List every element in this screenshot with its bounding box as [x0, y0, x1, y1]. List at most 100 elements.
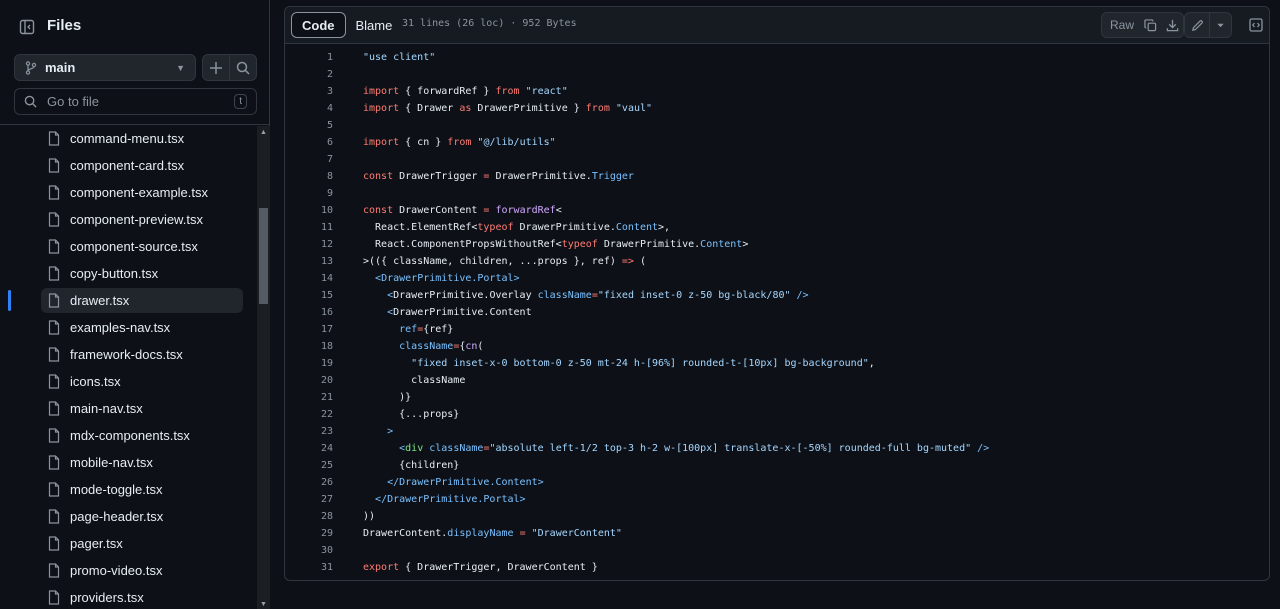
file-tree-item[interactable]: command-menu.tsx	[41, 126, 243, 151]
file-tree-item[interactable]: providers.tsx	[41, 585, 243, 609]
line-number[interactable]: 15	[285, 287, 333, 304]
code-token: (	[477, 341, 484, 352]
file-icon	[48, 509, 62, 524]
tab-code[interactable]: Code	[291, 12, 346, 38]
file-tree-item[interactable]: framework-docs.tsx	[41, 342, 243, 367]
file-tree-item[interactable]: drawer.tsx	[41, 288, 243, 313]
edit-file-button[interactable]	[1185, 13, 1209, 37]
line-number[interactable]: 17	[285, 321, 333, 338]
scroll-down-arrow-icon[interactable]: ▼	[259, 600, 268, 609]
branch-selector[interactable]: main ▼	[14, 54, 196, 81]
code-line: 25 {children}	[285, 457, 1269, 474]
sidebar-collapse-icon	[19, 19, 35, 35]
line-number[interactable]: 7	[285, 151, 333, 168]
file-tree-item[interactable]: component-card.tsx	[41, 153, 243, 178]
file-icon	[48, 266, 62, 281]
code-token: ref	[399, 324, 418, 335]
file-tree-item[interactable]: examples-nav.tsx	[41, 315, 243, 340]
code-line: 28))	[285, 508, 1269, 525]
line-number[interactable]: 2	[285, 66, 333, 83]
file-icon	[48, 293, 62, 308]
code-line: 17 ref={ref}	[285, 321, 1269, 338]
line-number[interactable]: 20	[285, 372, 333, 389]
file-name: component-preview.tsx	[70, 212, 203, 227]
git-branch-icon	[25, 60, 37, 75]
line-number[interactable]: 25	[285, 457, 333, 474]
line-number[interactable]: 10	[285, 202, 333, 219]
code-line: 19 "fixed inset-x-0 bottom-0 z-50 mt-24 …	[285, 355, 1269, 372]
file-tree-item[interactable]: icons.tsx	[41, 369, 243, 394]
line-source: className	[363, 372, 465, 389]
line-number[interactable]: 8	[285, 168, 333, 185]
scroll-thumb[interactable]	[259, 208, 268, 304]
code-line: 5	[285, 117, 1269, 134]
code-token: forwardRef	[495, 205, 556, 216]
line-number[interactable]: 14	[285, 270, 333, 287]
line-number[interactable]: 19	[285, 355, 333, 372]
raw-copy-download-group: Raw	[1101, 12, 1184, 38]
line-number[interactable]: 5	[285, 117, 333, 134]
line-number[interactable]: 13	[285, 253, 333, 270]
line-number[interactable]: 21	[285, 389, 333, 406]
file-tree-item[interactable]: pager.tsx	[41, 531, 243, 556]
edit-options-button[interactable]	[1209, 13, 1231, 37]
line-number[interactable]: 28	[285, 508, 333, 525]
code-token: div	[405, 443, 424, 454]
line-number[interactable]: 30	[285, 542, 333, 559]
file-tree-item[interactable]: promo-video.tsx	[41, 558, 243, 583]
file-tree-item[interactable]: mode-toggle.tsx	[41, 477, 243, 502]
tab-blame[interactable]: Blame	[346, 12, 403, 38]
line-number[interactable]: 24	[285, 440, 333, 457]
code-line: 6 import { cn } from "@/lib/utils"	[285, 134, 1269, 151]
code-token: className	[537, 290, 592, 301]
code-token: ,	[868, 358, 875, 369]
file-tree-item[interactable]: page-header.tsx	[41, 504, 243, 529]
line-number[interactable]: 12	[285, 236, 333, 253]
line-number[interactable]: 6	[285, 134, 333, 151]
code-token: from	[447, 137, 472, 148]
line-number[interactable]: 16	[285, 304, 333, 321]
line-number[interactable]: 3	[285, 83, 333, 100]
file-name: component-card.tsx	[70, 158, 185, 173]
sidebar-scrollbar[interactable]: ▲ ▼	[257, 126, 270, 609]
line-number[interactable]: 27	[285, 491, 333, 508]
copy-raw-button[interactable]	[1140, 13, 1161, 37]
file-tree-item[interactable]: component-example.tsx	[41, 180, 243, 205]
code-line: 9	[285, 185, 1269, 202]
file-tree-item[interactable]: mdx-components.tsx	[41, 423, 243, 448]
line-source: <DrawerPrimitive.Content	[363, 304, 532, 321]
file-tree-item[interactable]: main-nav.tsx	[41, 396, 243, 421]
code-token: DrawerPrimitive.Content	[393, 307, 532, 318]
go-to-file-input[interactable]: Go to file t	[14, 88, 257, 115]
line-number[interactable]: 11	[285, 219, 333, 236]
file-tree-item[interactable]: component-preview.tsx	[41, 207, 243, 232]
file-tree-item[interactable]: copy-button.tsx	[41, 261, 243, 286]
line-number[interactable]: 26	[285, 474, 333, 491]
symbols-panel-button[interactable]	[1243, 12, 1269, 38]
raw-button[interactable]: Raw	[1102, 13, 1140, 37]
line-number[interactable]: 31	[285, 559, 333, 576]
line-number[interactable]: 22	[285, 406, 333, 423]
line-source: {...props}	[363, 406, 459, 423]
file-icon	[48, 347, 62, 362]
collapse-sidebar-button[interactable]	[14, 14, 40, 40]
line-number[interactable]: 1	[285, 49, 333, 66]
add-file-button[interactable]	[203, 55, 229, 80]
line-source: )}	[363, 389, 411, 406]
code-token: {...props}	[363, 409, 460, 420]
file-tree-item[interactable]: mobile-nav.tsx	[41, 450, 243, 475]
line-number[interactable]: 9	[285, 185, 333, 202]
plus-icon	[210, 61, 223, 74]
download-button[interactable]	[1162, 13, 1183, 37]
line-number[interactable]: 23	[285, 423, 333, 440]
line-number[interactable]: 4	[285, 100, 333, 117]
search-files-button[interactable]	[229, 55, 256, 80]
file-name: pager.tsx	[70, 536, 123, 551]
line-source: DrawerContent.displayName = "DrawerConte…	[363, 525, 622, 542]
line-number[interactable]: 29	[285, 525, 333, 542]
scroll-up-arrow-icon[interactable]: ▲	[259, 128, 268, 137]
line-number[interactable]: 18	[285, 338, 333, 355]
file-tree-item[interactable]: component-source.tsx	[41, 234, 243, 259]
